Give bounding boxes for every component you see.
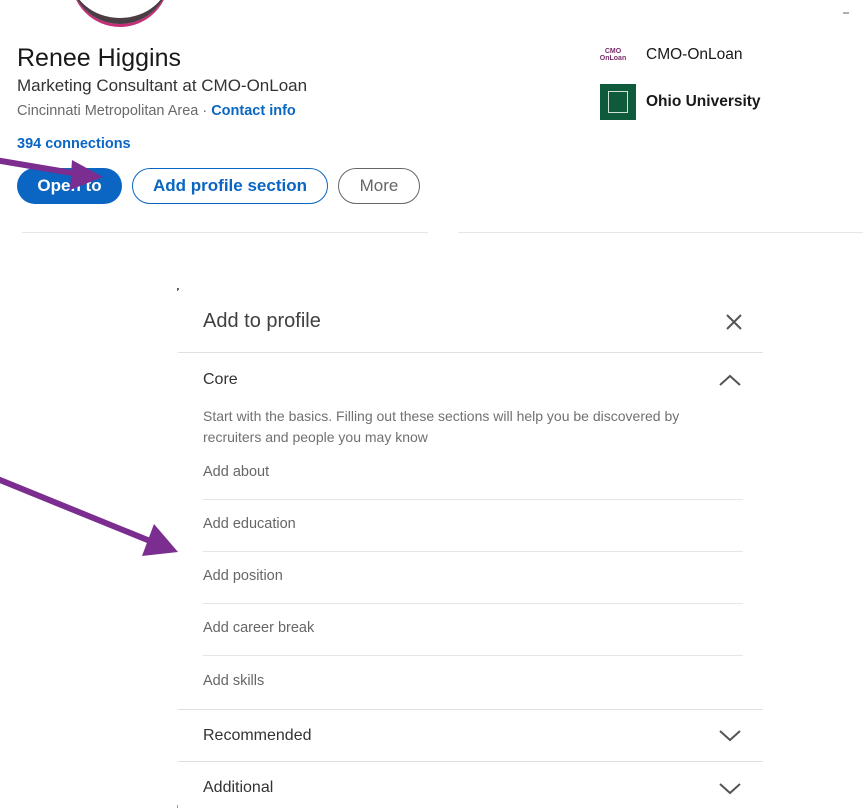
annotation-arrow-bottom: [0, 476, 178, 556]
annotation-arrow-top: [0, 157, 103, 190]
annotation-arrows: [0, 157, 178, 556]
